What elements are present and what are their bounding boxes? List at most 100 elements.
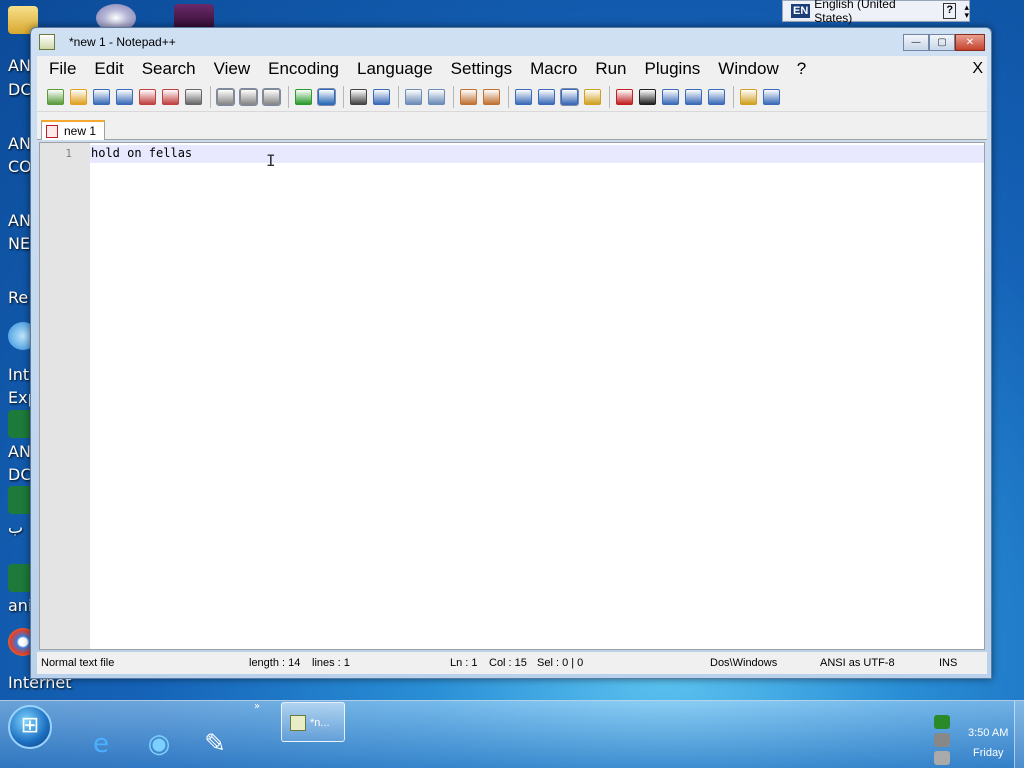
language-badge[interactable]: EN [791,4,811,18]
close-file-icon[interactable] [139,88,156,105]
sync-vertical-icon[interactable] [460,88,477,105]
save-icon[interactable] [93,88,110,105]
language-name[interactable]: English (United States) [814,0,931,25]
system-clock[interactable]: 3:50 AM Friday [968,723,1012,763]
save-macro-icon[interactable] [708,88,725,105]
help-icon[interactable]: ? [943,3,957,19]
toolbar-separator [733,85,734,108]
menu-window[interactable]: Window [718,59,778,79]
menu-run[interactable]: Run [595,59,626,79]
internet-explorer-icon[interactable]: e [78,713,124,759]
language-bar[interactable]: EN English (United States) ? ▴ ▾ [782,0,970,25]
start-button[interactable]: ⊞ [8,705,52,749]
spell-check-icon[interactable] [763,88,780,105]
record-macro-icon[interactable] [616,88,633,105]
indent-guide-icon[interactable] [560,87,579,106]
status-lines: lines : 1 [312,657,350,669]
redo-icon[interactable] [317,87,336,106]
word-wrap-icon[interactable] [515,88,532,105]
replace-icon[interactable] [373,88,390,105]
close-all-icon[interactable] [162,88,179,105]
paste-icon[interactable] [262,87,281,106]
tab-label: new 1 [64,124,97,138]
zoom-in-icon[interactable] [405,88,422,105]
menu-edit[interactable]: Edit [94,59,123,79]
unsaved-file-icon [46,124,58,138]
text-editor[interactable]: 1 hold on fellas I [39,142,985,650]
tab-bar: new 1 [37,112,987,140]
toolbar-separator [609,85,610,108]
window-controls: — ▢ ✕ [903,33,985,51]
status-encoding: ANSI as UTF-8 [820,657,895,669]
open-file-icon[interactable] [70,88,87,105]
status-bar: Normal text file length : 14 lines : 1 L… [37,652,987,674]
toolbar-separator [288,85,289,108]
current-line-highlight [90,145,984,163]
clock-day: Friday [973,747,1004,759]
notepad-app-icon[interactable]: ✎ [192,713,238,759]
volume-icon[interactable] [934,751,950,765]
window-title: *new 1 - Notepad++ [69,35,176,49]
menu-language[interactable]: Language [357,59,433,79]
toolbar-separator [398,85,399,108]
toolbar-separator [508,85,509,108]
status-file-type: Normal text file [41,657,115,669]
maximize-button[interactable]: ▢ [929,33,955,51]
status-line: Ln : 1 [450,657,478,669]
menu-view[interactable]: View [214,59,251,79]
menu-search[interactable]: Search [142,59,196,79]
find-icon[interactable] [350,88,367,105]
clock-time: 3:50 AM [968,727,1009,739]
menu-file[interactable]: File [49,59,76,79]
print-icon[interactable] [185,88,202,105]
play-macro-icon[interactable] [662,88,679,105]
launch-browser-icon[interactable] [740,88,757,105]
line-number: 1 [65,147,72,160]
minimize-button[interactable]: — [903,33,929,51]
title-bar[interactable]: *new 1 - Notepad++ — ▢ ✕ [31,28,991,56]
toolbar-separator [210,85,211,108]
menu-encoding[interactable]: Encoding [268,59,339,79]
status-selection: Sel : 0 | 0 [537,657,584,669]
undo-icon[interactable] [295,88,312,105]
tab-new-1[interactable]: new 1 [41,120,105,140]
notepadpp-icon[interactable] [39,34,55,50]
copy-icon[interactable] [239,87,258,106]
taskbar-button-label: *n... [310,717,330,729]
media-center-icon[interactable]: ◉ [136,713,182,759]
toolbar-chevron-icon[interactable]: » [254,701,260,712]
status-length: length : 14 [249,657,301,669]
zoom-out-icon[interactable] [428,88,445,105]
run-macro-multiple-icon[interactable] [685,88,702,105]
notepadpp-icon [290,715,306,731]
sync-horizontal-icon[interactable] [483,88,500,105]
line-number-gutter [40,143,90,649]
close-button[interactable]: ✕ [955,33,985,51]
text-cursor-icon: I [266,151,276,170]
cut-icon[interactable] [216,87,235,106]
doc-map-icon[interactable] [584,88,601,105]
stop-macro-icon[interactable] [639,88,656,105]
notepadpp-window: *new 1 - Notepad++ — ▢ ✕ File Edit Searc… [30,27,992,679]
tray-icon[interactable] [934,733,950,747]
show-all-chars-icon[interactable] [538,88,555,105]
menu-bar: File Edit Search View Encoding Language … [37,56,987,82]
show-desktop-button[interactable] [1014,701,1024,768]
taskbar-notepadpp-button[interactable]: *n... [281,702,345,742]
menu-plugins[interactable]: Plugins [645,59,701,79]
toolbar-separator [453,85,454,108]
editor-text[interactable]: hold on fellas [91,146,192,160]
network-icon[interactable] [934,715,950,729]
close-document-button[interactable]: X [972,60,983,78]
status-eol: Dos\Windows [710,657,778,669]
menu-settings[interactable]: Settings [451,59,512,79]
taskbar: ⊞ e ◉ ✎ » *n... 3:50 AM Friday [0,700,1024,768]
status-insert-mode: INS [939,657,958,669]
toolbar-separator [343,85,344,108]
new-file-icon[interactable] [47,88,64,105]
status-column: Col : 15 [489,657,527,669]
menu-macro[interactable]: Macro [530,59,577,79]
menu-help[interactable]: ? [797,59,806,79]
save-all-icon[interactable] [116,88,133,105]
options-arrow-icon[interactable]: ▴ ▾ [964,3,969,20]
